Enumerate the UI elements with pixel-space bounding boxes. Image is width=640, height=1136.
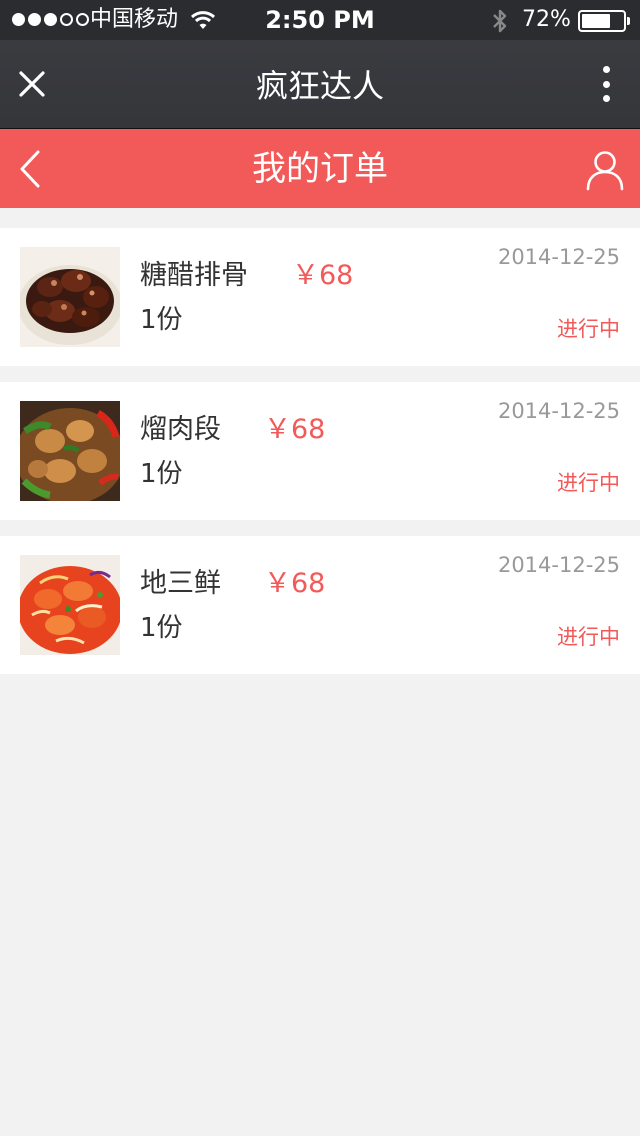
order-status: 进行中 — [557, 471, 620, 495]
wechat-page-title: 疯狂达人 — [255, 67, 384, 105]
order-date: 2014-12-25 — [497, 245, 620, 269]
user-icon[interactable] — [584, 149, 626, 191]
dish-name: 糖醋排骨 — [140, 260, 248, 291]
dish-name: 熘肉段 — [140, 414, 221, 445]
dish-image — [20, 555, 120, 655]
order-item[interactable]: 熘肉段 ￥68 1份 2014-12-25 进行中 — [0, 382, 640, 520]
more-vertical-icon[interactable] — [596, 66, 616, 102]
order-date: 2014-12-25 — [497, 553, 620, 577]
app-header: 我的订单 — [0, 128, 640, 208]
battery-icon — [578, 10, 630, 32]
battery-percentage: 72% — [522, 7, 571, 32]
dish-quantity: 1份 — [140, 613, 183, 643]
dish-name: 地三鲜 — [140, 568, 221, 599]
order-list: 糖醋排骨 ￥68 1份 2014-12-25 进行中 熘肉段 ￥68 1份 20… — [0, 228, 640, 690]
dish-price: ￥68 — [264, 414, 326, 445]
order-item[interactable]: 糖醋排骨 ￥68 1份 2014-12-25 进行中 — [0, 228, 640, 366]
wechat-title-bar: 疯狂达人 — [0, 40, 640, 128]
dish-quantity: 1份 — [140, 305, 183, 335]
page-title: 我的订单 — [252, 149, 388, 189]
dish-image — [20, 247, 120, 347]
dish-image — [20, 401, 120, 501]
order-status: 进行中 — [557, 317, 620, 341]
dish-price: ￥68 — [264, 568, 326, 599]
dish-price: ￥68 — [292, 260, 354, 291]
dish-quantity: 1份 — [140, 459, 183, 489]
status-bar: 中国移动 2:50 PM 72% — [0, 0, 640, 40]
order-date: 2014-12-25 — [497, 399, 620, 423]
bluetooth-icon — [490, 6, 510, 40]
order-status: 进行中 — [557, 625, 620, 649]
order-item[interactable]: 地三鲜 ￥68 1份 2014-12-25 进行中 — [0, 536, 640, 674]
